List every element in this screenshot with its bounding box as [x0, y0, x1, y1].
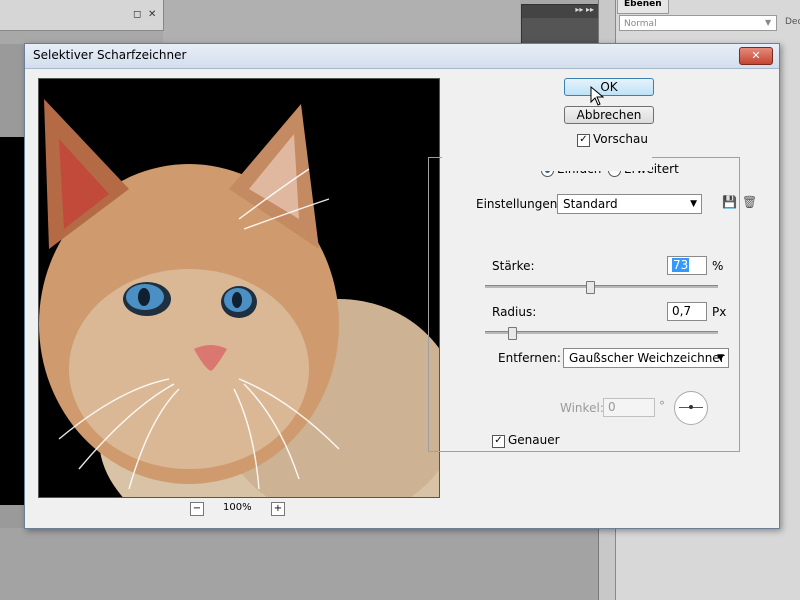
tab-layers[interactable]: Ebenen — [617, 0, 669, 14]
document-window-titlebar: ◻ ✕ — [0, 0, 164, 31]
ok-button[interactable]: OK — [564, 78, 654, 96]
close-icon[interactable]: ✕ — [148, 9, 156, 20]
radius-slider-track[interactable] — [485, 331, 718, 334]
amount-slider-track[interactable] — [485, 285, 718, 288]
radius-value: 0,7 — [672, 304, 692, 318]
preview-checkbox[interactable]: ✓ — [577, 134, 590, 147]
trash-icon[interactable]: 🗑 — [742, 195, 757, 209]
restore-icon[interactable]: ◻ — [133, 9, 141, 20]
mouse-cursor-icon — [590, 86, 604, 106]
group-title-background — [442, 151, 652, 171]
zoom-in-button[interactable]: + — [271, 502, 285, 516]
close-button[interactable]: ✕ — [739, 47, 773, 65]
chevron-down-icon: ▼ — [717, 353, 724, 363]
angle-dial[interactable] — [674, 391, 708, 425]
blend-mode-select[interactable]: Normal — [619, 15, 777, 31]
radius-input[interactable]: 0,7 — [667, 302, 707, 321]
zoom-value: 100% — [223, 502, 252, 513]
remove-label: Entfernen: — [498, 351, 561, 365]
zoom-out-button[interactable]: − — [190, 502, 204, 516]
chevron-down-icon: ▼ — [690, 199, 697, 209]
workspace-top-mid — [163, 0, 520, 44]
tools-mini-panel: ▸▸ ▸▸ — [521, 4, 599, 46]
more-accurate-label: Genauer — [508, 433, 560, 447]
save-settings-icon[interactable]: 💾 — [722, 195, 737, 209]
settings-select[interactable]: Standard ▼ — [557, 194, 702, 214]
radius-slider-thumb[interactable] — [508, 327, 517, 340]
kitten-image — [39, 79, 439, 497]
radius-label: Radius: — [492, 305, 537, 319]
remove-value: Gaußscher Weichzeichner — [569, 351, 725, 365]
opacity-label: Deck — [785, 17, 800, 27]
angle-center — [689, 405, 693, 409]
chevron-down-icon: ▼ — [765, 18, 772, 27]
more-accurate-checkbox[interactable]: ✓ — [492, 435, 505, 448]
amount-unit: % — [712, 259, 724, 273]
radius-unit: Px — [712, 305, 727, 319]
preview-image[interactable] — [38, 78, 440, 498]
expand-icon[interactable]: ▸▸ ▸▸ — [522, 5, 598, 18]
cancel-button[interactable]: Abbrechen — [564, 106, 654, 124]
settings-label: Einstellungen: — [476, 197, 562, 211]
remove-select[interactable]: Gaußscher Weichzeichner ▼ — [563, 348, 729, 368]
angle-input[interactable]: 0 — [603, 398, 655, 417]
dialog-titlebar: Selektiver Scharfzeichner ✕ — [25, 44, 779, 69]
amount-value: 73 — [672, 258, 690, 272]
workspace-bottom — [0, 528, 598, 600]
zoom-controls: − 100% + — [190, 502, 290, 516]
amount-slider-thumb[interactable] — [586, 281, 595, 294]
amount-label: Stärke: — [492, 259, 535, 273]
amount-input[interactable]: 73 — [667, 256, 707, 275]
preview-label: Vorschau — [593, 132, 648, 146]
angle-value: 0 — [608, 400, 616, 414]
angle-unit: ° — [659, 399, 665, 413]
dialog-title: Selektiver Scharfzeichner — [33, 48, 187, 62]
settings-value: Standard — [563, 197, 618, 211]
angle-label: Winkel: — [560, 401, 604, 415]
